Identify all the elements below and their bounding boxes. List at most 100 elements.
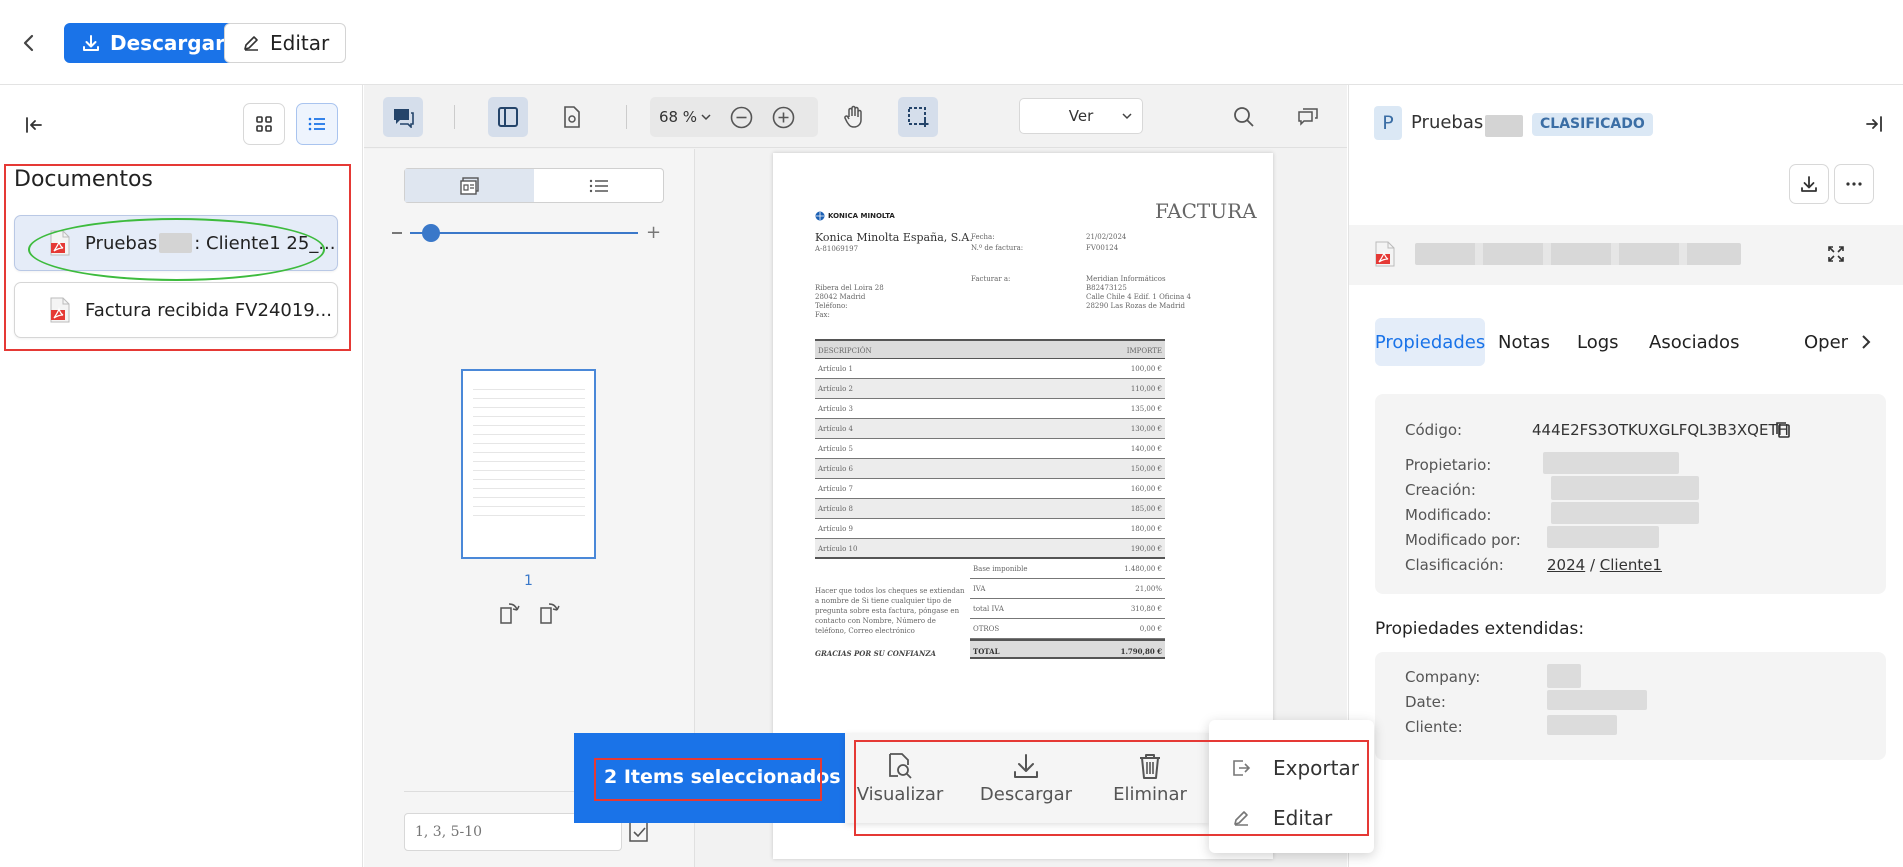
- owner-label: Propietario:: [1405, 456, 1492, 474]
- rotate-left-icon[interactable]: [495, 599, 523, 625]
- item-description: Artículo 2: [818, 385, 854, 393]
- table-header: DESCRIPCIÓN IMPORTE: [815, 339, 1165, 359]
- toolbar-divider: [454, 105, 455, 129]
- client-line: B82473125: [1086, 284, 1127, 292]
- search-icon: [1233, 106, 1255, 128]
- more-actions-menu: Exportar Editar: [1209, 720, 1374, 853]
- sidebar-toggle[interactable]: [488, 97, 528, 137]
- list-icon: [589, 179, 609, 193]
- fullscreen-icon[interactable]: [1827, 245, 1845, 263]
- page-settings-button[interactable]: [552, 97, 592, 137]
- zoom-select[interactable]: 68 %: [650, 97, 720, 137]
- workspace-name: Pruebas: [1411, 112, 1484, 133]
- company-cif: A-81069197: [815, 245, 859, 253]
- visualize-button[interactable]: Visualizar: [857, 733, 943, 823]
- totals-row: Base imponible 1.480,00 €: [970, 559, 1165, 579]
- zoom-in-icon[interactable]: [772, 106, 795, 129]
- collapse-right-panel-icon[interactable]: [1864, 115, 1884, 133]
- thumbnails-icon: [459, 176, 480, 195]
- zoom-out-icon[interactable]: [730, 106, 753, 129]
- search-button[interactable]: [1224, 97, 1264, 137]
- document-name: Factura recibida FV24019...: [85, 299, 332, 321]
- slider-handle[interactable]: [422, 224, 440, 242]
- workspace-avatar: P: [1374, 106, 1402, 140]
- select-area-button[interactable]: [898, 97, 938, 137]
- rotate-right-icon[interactable]: [535, 599, 563, 625]
- tab-label: Asociados: [1649, 331, 1740, 353]
- collapse-panel-icon[interactable]: [24, 116, 44, 134]
- invoice-note: Hacer que todos los cheques se extiendan…: [815, 587, 965, 635]
- table-row: Artículo 2 110,00 €: [815, 379, 1165, 399]
- delete-button[interactable]: Eliminar: [1113, 733, 1187, 823]
- table-row: Artículo 6 150,00 €: [815, 459, 1165, 479]
- list-view-button[interactable]: [296, 103, 338, 145]
- slider-track: [410, 232, 638, 234]
- address-line: Fax:: [815, 311, 830, 319]
- toolbar-divider: [626, 105, 627, 129]
- page-number: 1: [524, 573, 533, 589]
- header-amount: IMPORTE: [1126, 347, 1162, 355]
- viewer-toolbar: 68 % Ver: [364, 85, 1347, 148]
- classification-separator: /: [1585, 556, 1600, 574]
- classification-path: 2024 / Cliente1: [1547, 556, 1662, 574]
- table-row: Artículo 5 140,00 €: [815, 439, 1165, 459]
- download-button[interactable]: Descargar: [64, 23, 242, 63]
- tab-operations[interactable]: Oper: [1804, 318, 1849, 366]
- item-amount: 140,00 €: [1130, 445, 1162, 453]
- classification-label: Clasificación:: [1405, 556, 1504, 574]
- edit-label: Editar: [1273, 806, 1333, 830]
- copy-icon[interactable]: [1775, 421, 1791, 439]
- grid-icon: [256, 116, 272, 132]
- item-description: Artículo 9: [818, 525, 854, 533]
- total-value: 310,80 €: [1130, 605, 1162, 613]
- tab-associated[interactable]: Asociados: [1649, 318, 1739, 366]
- item-amount: 180,00 €: [1130, 525, 1162, 533]
- file-header: [1349, 225, 1903, 285]
- tab-properties[interactable]: Propiedades: [1375, 318, 1485, 366]
- edit-label: Editar: [270, 31, 330, 55]
- tab-logs[interactable]: Logs: [1577, 318, 1619, 366]
- date-label: Fecha:: [971, 233, 995, 241]
- company-label: Company:: [1405, 668, 1481, 686]
- totals-row: total IVA 310,80 €: [970, 599, 1165, 619]
- download-selected-button[interactable]: Descargar: [980, 733, 1072, 823]
- download-label: Descargar: [110, 31, 225, 55]
- download-document-button[interactable]: [1789, 164, 1829, 204]
- back-icon[interactable]: [18, 32, 40, 54]
- comments-panel-button[interactable]: [1288, 97, 1328, 137]
- view-select[interactable]: Ver: [1019, 98, 1143, 134]
- edit-button[interactable]: Editar: [224, 23, 347, 63]
- thumbnails-tab[interactable]: [405, 169, 534, 202]
- thumbnail-size-slider[interactable]: +: [388, 221, 668, 245]
- pan-tool-button[interactable]: [834, 97, 874, 137]
- konica-minolta-logo: KONICA MINOLTA: [815, 211, 895, 221]
- item-amount: 190,00 €: [1130, 545, 1162, 553]
- item-description: Artículo 3: [818, 405, 854, 413]
- redacted-client: [1547, 715, 1617, 735]
- trash-icon: [1137, 752, 1163, 780]
- plus-icon: +: [646, 222, 662, 243]
- item-description: Artículo 6: [818, 465, 854, 473]
- totals-row: IVA 21,00%: [970, 579, 1165, 599]
- tab-notes[interactable]: Notas: [1498, 318, 1550, 366]
- chevron-right-icon[interactable]: [1861, 334, 1871, 350]
- zoom-value: 68 %: [658, 108, 698, 126]
- code-value: 444E2FS3OTKUXGLFQL3B3XQETH: [1532, 421, 1789, 439]
- classification-year-link[interactable]: 2024: [1547, 556, 1585, 574]
- documents-title: Documentos: [14, 167, 153, 192]
- page-thumbnail[interactable]: [461, 369, 596, 559]
- redacted-date: [1547, 690, 1647, 710]
- menu-item-edit[interactable]: Editar: [1209, 794, 1374, 842]
- annotations-toggle[interactable]: [383, 97, 423, 137]
- grid-view-button[interactable]: [243, 103, 285, 145]
- menu-item-export[interactable]: Exportar: [1209, 744, 1374, 792]
- document-item[interactable]: Factura recibida FV24019...: [14, 282, 338, 338]
- redacted-modified: [1551, 502, 1699, 524]
- classification-client-link[interactable]: Cliente1: [1600, 556, 1662, 574]
- item-description: Artículo 1: [818, 365, 854, 373]
- table-row: Artículo 4 130,00 €: [815, 419, 1165, 439]
- redacted-filename: [1415, 243, 1741, 265]
- outline-tab[interactable]: [534, 169, 663, 202]
- more-options-button[interactable]: [1834, 164, 1874, 204]
- totals-row: TOTAL 1.790,80 €: [970, 639, 1165, 659]
